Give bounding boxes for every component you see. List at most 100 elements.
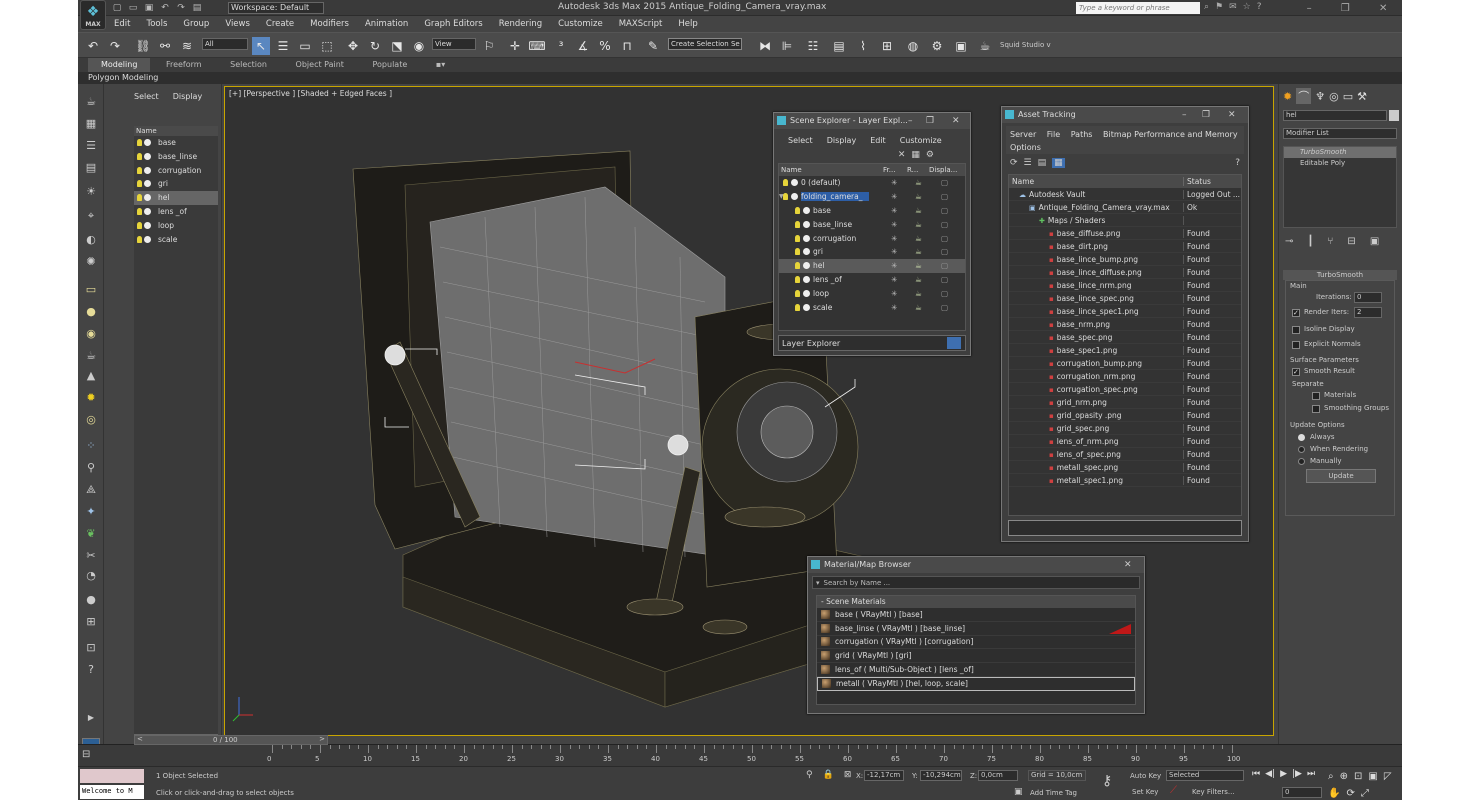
se-row[interactable]: loop ✳ ☕ ▢ [779,286,965,300]
asset-tracking-titlebar[interactable]: Asset Tracking – ❐ ✕ [1002,107,1248,123]
material-item[interactable]: base_linse ( VRayMtl ) [base_linse] [817,622,1135,636]
add-time-tag[interactable]: Add Time Tag [1030,789,1077,797]
maximize-viewport-icon[interactable]: ⤢ [1361,788,1369,799]
polygon-modeling-label[interactable]: Polygon Modeling [88,72,158,84]
rect-selection-icon[interactable]: ▭ [296,37,314,55]
display-table-icon[interactable]: ▤ [83,160,99,176]
layer-tab-select[interactable]: Select [134,92,159,101]
ribbon-tab-selection[interactable]: Selection [217,58,280,72]
render-teapot-icon[interactable]: ☕ [915,275,922,284]
select-object-icon[interactable]: ↖ [252,37,270,55]
globe-icon[interactable]: ✦ [83,504,99,520]
asset-row[interactable]: ▪ grid_spec.png Found [1009,422,1241,435]
scene-materials-header[interactable]: - Scene Materials [817,596,1135,608]
se-row[interactable]: base_linse ✳ ☕ ▢ [779,217,965,231]
materials-checkbox[interactable] [1312,392,1320,400]
zoom-icon[interactable]: ⌕ [1328,771,1334,782]
minimize-icon[interactable]: – [1182,107,1187,123]
display-tab-icon[interactable]: ▭ [1343,90,1353,103]
asset-row[interactable]: ▣ Antique_Folding_Camera_vray.max Ok [1009,201,1241,214]
percent-snap-icon[interactable]: % [596,37,614,55]
set-key-button[interactable]: Set Key [1132,788,1158,796]
render-teapot-icon[interactable]: ☕ [915,192,922,201]
close-icon[interactable]: ✕ [1228,107,1236,123]
manually-radio[interactable] [1298,458,1305,465]
sphere-icon[interactable]: ● [83,304,99,320]
container-icon[interactable]: ⊡ [83,640,99,656]
asset-col-status[interactable]: Status [1184,177,1211,186]
teapot-icon[interactable]: ☕ [83,94,99,110]
restore-icon[interactable]: ❐ [926,113,934,129]
bone-icon[interactable]: ⚲ [83,460,99,476]
render-teapot-icon[interactable]: ☕ [915,247,922,256]
at-menu-file[interactable]: File [1047,130,1060,139]
menu-modifiers[interactable]: Modifiers [302,16,357,32]
asset-row[interactable]: ▪ corrugation_bump.png Found [1009,357,1241,370]
named-selection-dropdown[interactable]: Create Selection Se [668,38,742,50]
zoom-extents-icon[interactable]: ⊡ [1354,771,1362,782]
time-tag-icon[interactable]: ▣ [1014,787,1023,797]
asset-row[interactable]: ▪ base_lince_spec1.png Found [1009,305,1241,318]
light-bulb-icon[interactable] [137,139,142,146]
curve-editor-icon[interactable]: ⌇ [854,37,872,55]
layer-item[interactable]: gri [134,177,218,191]
go-to-end-icon[interactable]: ⏭ [1307,769,1315,779]
render-teapot-icon[interactable]: ☕ [915,178,922,187]
light-bulb-icon[interactable] [137,194,142,202]
freeze-icon[interactable]: ✳ [891,234,897,243]
application-button[interactable]: ❖ MAX [80,0,106,30]
asset-row[interactable]: ✚ Maps / Shaders [1009,214,1241,227]
freeze-icon[interactable]: ✳ [891,289,897,298]
particle-icon[interactable]: ⁘ [83,438,99,454]
tree-view-icon[interactable]: ▤ [1038,158,1047,168]
search-icon[interactable]: ⌕ [1204,2,1209,12]
reference-coord-dropdown[interactable]: View [432,38,476,50]
display-list-icon[interactable]: ☰ [83,138,99,154]
asset-row[interactable]: ▪ base_spec.png Found [1009,331,1241,344]
sun-icon[interactable]: ✹ [83,390,99,406]
teapot-object-icon[interactable]: ☕ [83,348,99,364]
render-teapot-icon[interactable]: ☕ [915,261,922,270]
light-bulb-icon[interactable] [795,262,800,270]
configure-sets-icon[interactable]: ▣ [1370,236,1379,247]
undo-icon[interactable]: ↶ [84,37,102,55]
zoom-all-icon[interactable]: ⊕ [1340,771,1348,782]
options-icon[interactable]: ⚙ [926,150,934,160]
asset-row[interactable]: ▪ metall_spec1.png Found [1009,474,1241,487]
se-row[interactable]: scale ✳ ☕ ▢ [779,300,965,314]
set-key-icon[interactable]: ⚷ [1102,773,1112,789]
ribbon-options-icon[interactable]: ▪▾ [423,58,458,72]
asset-row[interactable]: ▪ base_lince_diffuse.png Found [1009,266,1241,279]
display-box-icon[interactable]: ▢ [941,178,948,187]
absolute-mode-icon[interactable]: ⊠ [844,770,852,780]
object-name-field[interactable]: hel [1283,110,1387,121]
maxscript-listener[interactable] [80,769,144,783]
material-editor-icon[interactable]: ◍ [904,37,922,55]
remove-modifier-icon[interactable]: ⊟ [1347,236,1355,247]
display-filter-icon[interactable]: ▦ [83,116,99,132]
light-bulb-icon[interactable] [783,179,788,187]
minimize-icon[interactable]: – [1307,3,1312,14]
table-view-icon[interactable]: ▦ [1052,158,1065,168]
se-row[interactable]: base ✳ ☕ ▢ [779,204,965,218]
close-icon[interactable]: ✕ [952,113,960,129]
layer-item[interactable]: base_linse [134,150,218,164]
material-item[interactable]: corrugation ( VRayMtl ) [corrugation] [817,636,1135,650]
move-icon[interactable]: ✥ [344,37,362,55]
subscription-icon[interactable]: ⚑ [1215,2,1223,12]
asset-row[interactable]: ▪ base_spec1.png Found [1009,344,1241,357]
display-box-icon[interactable]: ▢ [941,303,948,312]
keyboard-shortcut-icon[interactable]: ⌨ [528,37,546,55]
se-row[interactable]: corrugation ✳ ☕ ▢ [779,231,965,245]
render-teapot-icon[interactable]: ☕ [915,206,922,215]
freeze-icon[interactable]: ✳ [891,247,897,256]
render-teapot-icon[interactable]: ☕ [915,234,922,243]
bind-spacewarp-icon[interactable]: ≋ [178,37,196,55]
isolate-icon[interactable]: ⚲ [806,770,813,780]
when-rendering-radio[interactable] [1298,446,1305,453]
render-iters-spinner[interactable]: 2 [1354,307,1382,318]
restore-icon[interactable]: ❐ [1202,107,1210,123]
play-icon[interactable]: ▶ [1280,769,1287,779]
field-of-view-icon[interactable]: ◸ [1384,771,1392,782]
ribbon-toggle-icon[interactable]: ▤ [830,37,848,55]
